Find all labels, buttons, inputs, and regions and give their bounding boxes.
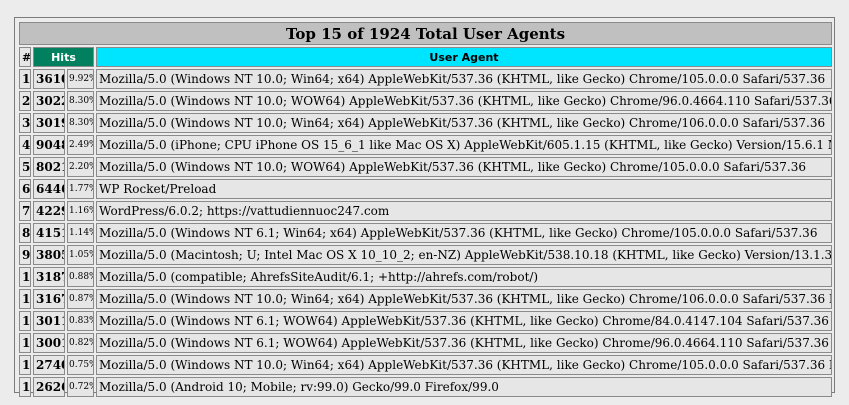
row-percent: 1.05%	[67, 245, 94, 265]
row-hits: 30228	[33, 91, 65, 111]
row-percent: 2.49%	[67, 135, 94, 155]
row-hits: 3187	[33, 267, 65, 287]
table-row: 1330010.82%Mozilla/5.0 (Windows NT 6.1; …	[19, 333, 832, 353]
table-row: 580212.20%Mozilla/5.0 (Windows NT 10.0; …	[19, 157, 832, 177]
row-number: 2	[19, 91, 31, 111]
row-percent: 0.87%	[67, 289, 94, 309]
table-row: 1427400.75%Mozilla/5.0 (Windows NT 10.0;…	[19, 355, 832, 375]
row-user-agent: Mozilla/5.0 (Windows NT 6.1; WOW64) Appl…	[96, 333, 832, 353]
row-number: 3	[19, 113, 31, 133]
row-percent: 8.30%	[67, 113, 94, 133]
table-row: 3301978.30%Mozilla/5.0 (Windows NT 10.0;…	[19, 113, 832, 133]
row-number: 13	[19, 333, 31, 353]
row-number: 8	[19, 223, 31, 243]
row-number: 14	[19, 355, 31, 375]
row-percent: 1.14%	[67, 223, 94, 243]
row-number: 11	[19, 289, 31, 309]
table-row: 938051.05%Mozilla/5.0 (Macintosh; U; Int…	[19, 245, 832, 265]
row-user-agent: Mozilla/5.0 (iPhone; CPU iPhone OS 15_6_…	[96, 135, 832, 155]
user-agents-panel: Top 15 of 1924 Total User Agents # Hits …	[14, 17, 835, 397]
row-hits: 3011	[33, 311, 65, 331]
row-percent: 1.16%	[67, 201, 94, 221]
row-percent: 0.88%	[67, 267, 94, 287]
row-hits: 8021	[33, 157, 65, 177]
row-hits: 4151	[33, 223, 65, 243]
row-user-agent: Mozilla/5.0 (Windows NT 10.0; WOW64) App…	[96, 91, 832, 111]
row-percent: 2.20%	[67, 157, 94, 177]
row-user-agent: Mozilla/5.0 (Android 10; Mobile; rv:99.0…	[96, 377, 832, 397]
row-user-agent: WordPress/6.0.2; https://vattudiennuoc24…	[96, 201, 832, 221]
table-body: 1361029.92%Mozilla/5.0 (Windows NT 10.0;…	[19, 69, 832, 397]
row-percent: 0.72%	[67, 377, 94, 397]
column-header-user-agent[interactable]: User Agent	[96, 47, 832, 67]
table-row: 664461.77%WP Rocket/Preload	[19, 179, 832, 199]
row-percent: 0.75%	[67, 355, 94, 375]
row-user-agent: Mozilla/5.0 (Windows NT 10.0; Win64; x64…	[96, 355, 832, 375]
row-user-agent: Mozilla/5.0 (Macintosh; U; Intel Mac OS …	[96, 245, 832, 265]
row-user-agent: Mozilla/5.0 (Windows NT 10.0; WOW64) App…	[96, 157, 832, 177]
row-number: 5	[19, 157, 31, 177]
table-row: 2302288.30%Mozilla/5.0 (Windows NT 10.0;…	[19, 91, 832, 111]
row-number: 1	[19, 69, 31, 89]
row-percent: 1.77%	[67, 179, 94, 199]
row-hits: 3167	[33, 289, 65, 309]
row-hits: 3001	[33, 333, 65, 353]
row-number: 10	[19, 267, 31, 287]
column-header-number[interactable]: #	[19, 47, 31, 67]
row-hits: 30197	[33, 113, 65, 133]
table-row: 841511.14%Mozilla/5.0 (Windows NT 6.1; W…	[19, 223, 832, 243]
table-row: 1526260.72%Mozilla/5.0 (Android 10; Mobi…	[19, 377, 832, 397]
row-user-agent: Mozilla/5.0 (Windows NT 10.0; Win64; x64…	[96, 289, 832, 309]
table-row: 1031870.88%Mozilla/5.0 (compatible; Ahre…	[19, 267, 832, 287]
row-percent: 0.82%	[67, 333, 94, 353]
table-row: 742291.16%WordPress/6.0.2; https://vattu…	[19, 201, 832, 221]
row-number: 15	[19, 377, 31, 397]
row-user-agent: Mozilla/5.0 (compatible; AhrefsSiteAudit…	[96, 267, 832, 287]
row-hits: 36102	[33, 69, 65, 89]
row-user-agent: Mozilla/5.0 (Windows NT 10.0; Win64; x64…	[96, 69, 832, 89]
row-hits: 9048	[33, 135, 65, 155]
table-row: 1131670.87%Mozilla/5.0 (Windows NT 10.0;…	[19, 289, 832, 309]
row-percent: 9.92%	[67, 69, 94, 89]
row-user-agent: Mozilla/5.0 (Windows NT 10.0; Win64; x64…	[96, 113, 832, 133]
row-hits: 2626	[33, 377, 65, 397]
row-number: 12	[19, 311, 31, 331]
table-row: 490482.49%Mozilla/5.0 (iPhone; CPU iPhon…	[19, 135, 832, 155]
row-hits: 2740	[33, 355, 65, 375]
row-number: 7	[19, 201, 31, 221]
row-number: 9	[19, 245, 31, 265]
row-number: 6	[19, 179, 31, 199]
header-row: # Hits User Agent	[19, 47, 832, 67]
table-row: 1230110.83%Mozilla/5.0 (Windows NT 6.1; …	[19, 311, 832, 331]
row-hits: 4229	[33, 201, 65, 221]
row-hits: 6446	[33, 179, 65, 199]
row-number: 4	[19, 135, 31, 155]
row-user-agent: Mozilla/5.0 (Windows NT 6.1; WOW64) Appl…	[96, 311, 832, 331]
user-agents-table: Top 15 of 1924 Total User Agents # Hits …	[17, 20, 834, 399]
title-row: Top 15 of 1924 Total User Agents	[19, 22, 832, 45]
column-header-hits[interactable]: Hits	[33, 47, 94, 67]
row-user-agent: Mozilla/5.0 (Windows NT 6.1; Win64; x64)…	[96, 223, 832, 243]
row-percent: 0.83%	[67, 311, 94, 331]
row-user-agent: WP Rocket/Preload	[96, 179, 832, 199]
table-title: Top 15 of 1924 Total User Agents	[19, 22, 832, 45]
row-hits: 3805	[33, 245, 65, 265]
table-row: 1361029.92%Mozilla/5.0 (Windows NT 10.0;…	[19, 69, 832, 89]
row-percent: 8.30%	[67, 91, 94, 111]
